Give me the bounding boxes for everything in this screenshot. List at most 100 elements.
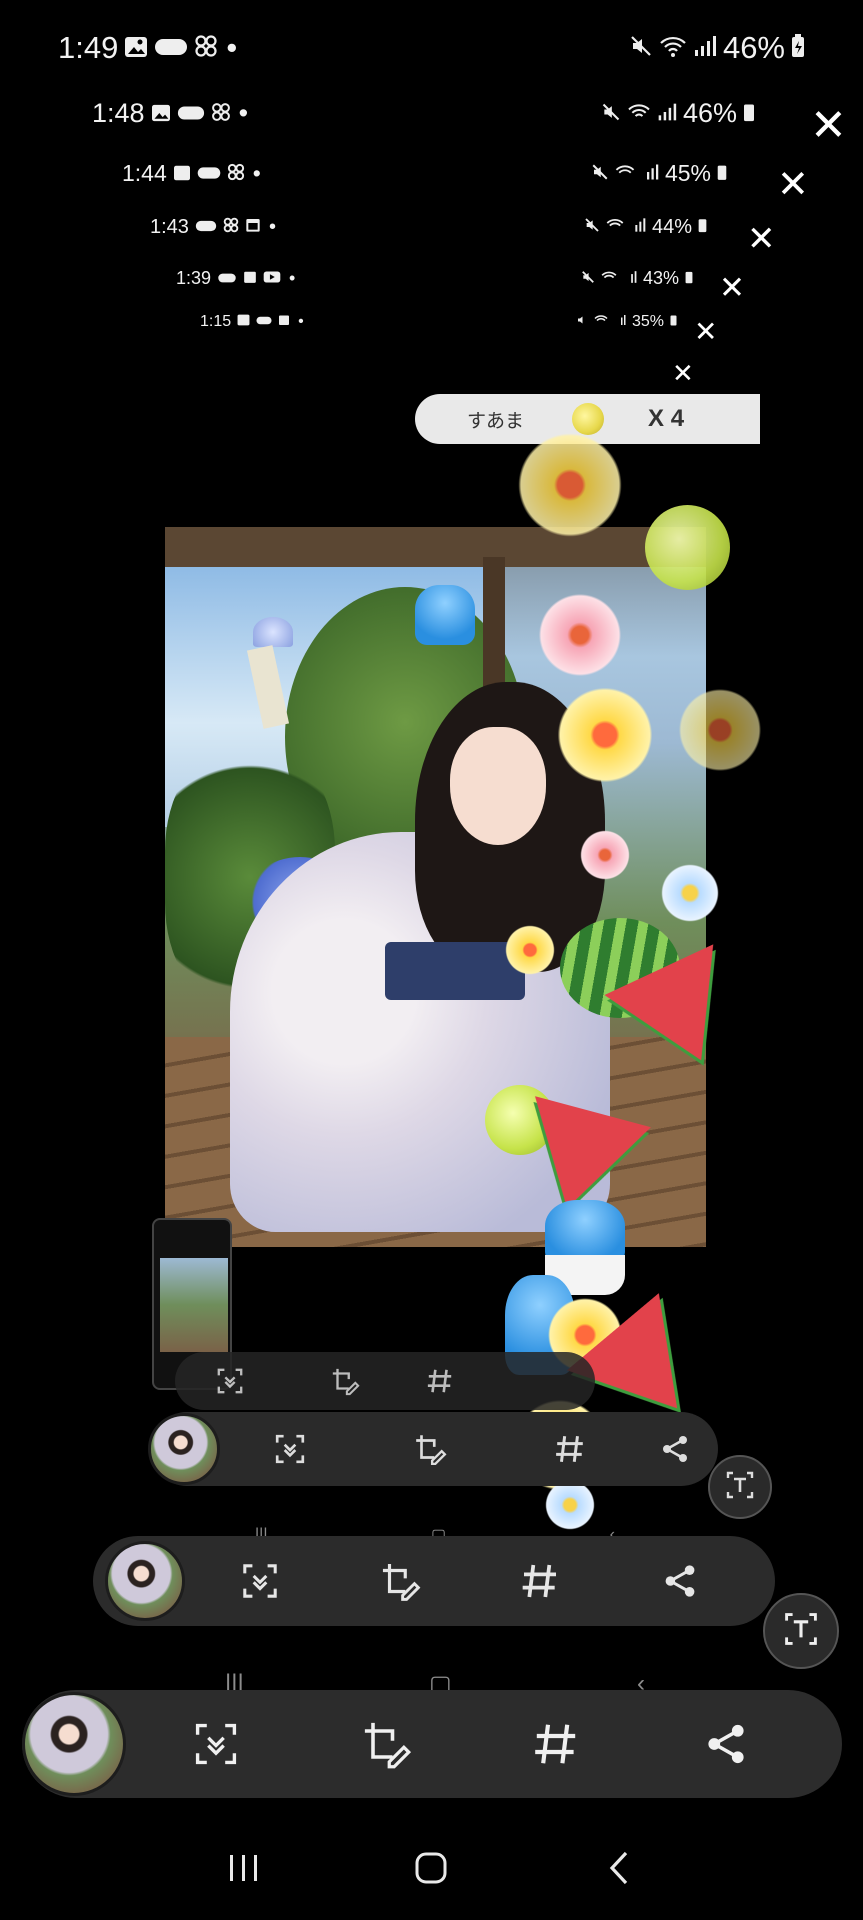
hibiscus-sticker	[670, 680, 770, 780]
scroll-capture-icon	[241, 1562, 279, 1600]
home-button[interactable]	[391, 1840, 471, 1900]
signal-icon	[657, 98, 677, 129]
hashtag-icon	[426, 1367, 454, 1395]
gallery-icon	[173, 160, 191, 187]
mute-icon	[629, 30, 653, 66]
calendar-icon	[245, 216, 261, 239]
spoon-app-icon	[197, 160, 221, 187]
battery-percent: 35%	[631, 313, 664, 330]
signal-icon	[623, 268, 637, 289]
wifi-icon	[659, 30, 687, 66]
battery-charging-icon	[670, 313, 677, 331]
scroll-capture-button[interactable]	[185, 1562, 335, 1600]
signal-icon	[630, 216, 646, 239]
hashtag-button[interactable]	[500, 1433, 640, 1465]
hashtag-button[interactable]	[465, 1561, 615, 1601]
back-icon	[607, 1850, 631, 1891]
wifi-icon	[594, 313, 608, 331]
scroll-capture-icon	[193, 1721, 239, 1767]
battery-charging-icon	[717, 160, 727, 187]
plumeria-sticker	[500, 920, 560, 980]
share-icon	[662, 1563, 698, 1599]
edit-crop-icon	[360, 1718, 412, 1770]
scroll-capture-button[interactable]	[175, 1367, 285, 1395]
wifi-icon	[601, 268, 617, 289]
close-icon[interactable]: ✕	[672, 360, 694, 386]
edit-button[interactable]	[360, 1432, 500, 1466]
notification-dot-icon: •	[238, 97, 249, 128]
close-icon[interactable]: ✕	[694, 318, 717, 346]
navigation-bar	[0, 1820, 863, 1920]
text-extract-button[interactable]	[763, 1593, 839, 1669]
blue-flower-sticker	[655, 858, 725, 928]
screenshot-thumbnail[interactable]	[148, 1413, 220, 1485]
window-frame	[165, 527, 706, 567]
hashtag-button[interactable]	[405, 1367, 475, 1395]
text-extract-button[interactable]	[708, 1455, 772, 1519]
status-bar: 1:39 • 43%	[176, 264, 693, 292]
edit-button[interactable]	[306, 1718, 466, 1770]
calendar-icon	[243, 268, 257, 289]
notification-dot-icon: •	[226, 30, 238, 65]
screenshot-toolbar	[148, 1412, 718, 1486]
battery-percent: 46%	[722, 30, 785, 65]
text-extract-icon	[783, 1611, 819, 1652]
share-button[interactable]	[646, 1722, 806, 1766]
wind-chime	[253, 617, 293, 647]
recents-icon	[227, 1853, 261, 1888]
recents-button[interactable]	[204, 1840, 284, 1900]
close-icon[interactable]: ✕	[747, 222, 776, 256]
spoon-app-icon	[195, 216, 217, 239]
notification-dot-icon: •	[289, 267, 296, 288]
text-extract-icon	[725, 1470, 755, 1505]
face	[450, 727, 546, 845]
back-button[interactable]	[579, 1840, 659, 1900]
share-icon	[704, 1722, 748, 1766]
battery-charging-icon	[791, 30, 805, 66]
pinwheel-app-icon	[227, 160, 245, 187]
edit-crop-icon	[330, 1366, 360, 1396]
battery-percent: 43%	[642, 267, 679, 288]
hashtag-icon	[554, 1433, 586, 1465]
share-button[interactable]	[640, 1434, 710, 1464]
screenshot-thumbnail[interactable]	[22, 1692, 126, 1796]
screenshot-toolbar	[22, 1690, 842, 1798]
gallery-icon	[124, 30, 148, 66]
notification-dot-icon: •	[268, 215, 276, 238]
share-button[interactable]	[615, 1563, 745, 1599]
lime-sticker	[645, 505, 730, 590]
edit-crop-icon	[413, 1432, 447, 1466]
mute-icon	[581, 268, 595, 289]
status-time: 1:39	[176, 267, 212, 288]
close-icon[interactable]: ✕	[719, 272, 745, 303]
status-time: 1:44	[122, 159, 167, 186]
close-icon[interactable]: ✕	[810, 104, 847, 148]
screenshot-thumbnail[interactable]	[105, 1541, 185, 1621]
scroll-capture-button[interactable]	[126, 1721, 306, 1767]
close-icon[interactable]: ✕	[777, 166, 809, 204]
reward-name: すあま	[467, 410, 525, 432]
hashtag-button[interactable]	[466, 1720, 646, 1768]
shaved-ice-sticker	[415, 585, 475, 645]
pinwheel-app-icon	[194, 30, 218, 66]
edit-crop-icon	[379, 1560, 421, 1602]
battery-charging-icon	[743, 98, 755, 129]
hashtag-icon	[532, 1720, 580, 1768]
status-time: 1:48	[92, 97, 145, 128]
pink-flower-sticker	[530, 585, 630, 685]
edit-button[interactable]	[285, 1366, 405, 1396]
spoon-app-icon	[177, 98, 205, 129]
gallery-icon	[151, 98, 171, 129]
scroll-capture-button[interactable]	[220, 1433, 360, 1465]
hibiscus-sticker	[500, 430, 640, 540]
edit-button[interactable]	[335, 1560, 465, 1602]
reward-count: X 4	[648, 405, 685, 432]
status-bar: 1:43 • 44%	[150, 212, 707, 242]
status-time: 1:49	[58, 30, 119, 65]
status-bar: 1:44 • 45%	[122, 156, 727, 190]
share-icon	[660, 1434, 690, 1464]
status-bar: 1:49 • 46%	[58, 26, 805, 70]
hibiscus-sticker	[545, 680, 665, 790]
status-time: 1:43	[150, 215, 189, 238]
battery-charging-icon	[685, 268, 693, 289]
